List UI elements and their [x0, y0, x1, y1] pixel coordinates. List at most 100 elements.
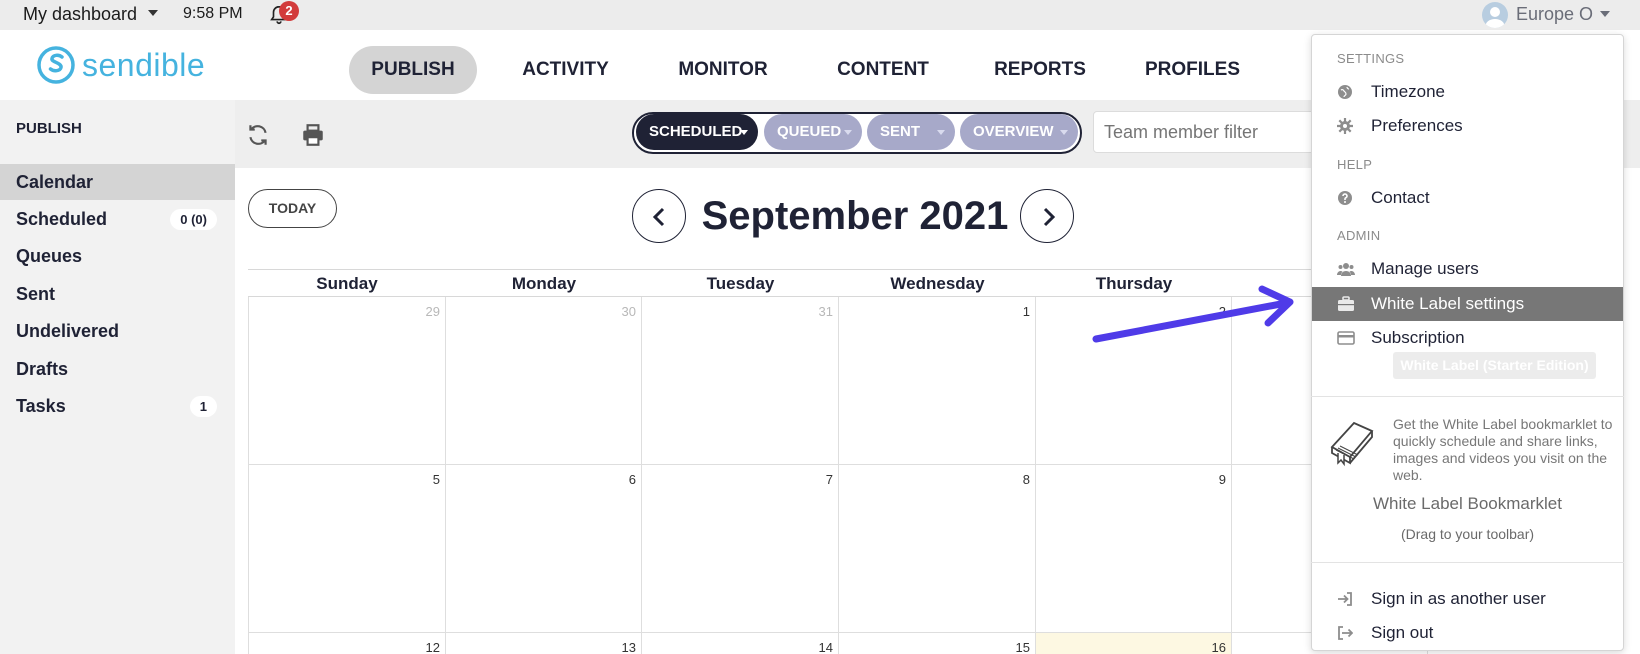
calendar-day-cell[interactable]: 9: [1036, 465, 1232, 633]
user-menu-caret-icon[interactable]: [1600, 11, 1610, 17]
menu-item-preferences[interactable]: Preferences: [1312, 109, 1623, 143]
calendar-day-cell[interactable]: 30: [446, 297, 642, 465]
annotation-arrow-icon: [1092, 285, 1294, 343]
sidebar-item-queues[interactable]: Queues: [0, 238, 235, 274]
day-number: 14: [818, 640, 833, 654]
day-number: 13: [621, 640, 636, 654]
sendible-logo-icon: [37, 46, 75, 84]
menu-section-settings: SETTINGS: [1337, 51, 1405, 66]
sidebar-item-drafts[interactable]: Drafts: [0, 351, 235, 387]
today-button[interactable]: TODAY: [248, 189, 337, 228]
filter-label: SCHEDULED: [649, 123, 743, 140]
day-number: 30: [621, 304, 636, 319]
menu-item-contact[interactable]: Contact: [1312, 181, 1623, 215]
dashboard-caret-icon[interactable]: [148, 10, 158, 16]
menu-item-sign-in-other[interactable]: Sign in as another user: [1312, 582, 1623, 616]
chevron-right-icon: [1043, 207, 1056, 227]
filter-overview[interactable]: OVERVIEW: [960, 114, 1078, 150]
nav-profiles[interactable]: PROFILES: [1140, 46, 1245, 94]
nav-content[interactable]: CONTENT: [828, 46, 938, 94]
weekday-header: Wednesday: [839, 269, 1036, 297]
calendar-day-cell[interactable]: 29: [248, 297, 446, 465]
menu-item-label: Sign out: [1371, 623, 1434, 642]
menu-item-label: Preferences: [1371, 116, 1463, 135]
bookmarklet-hint: (Drag to your toolbar): [1400, 526, 1535, 542]
day-number: 16: [1211, 640, 1226, 654]
next-month-button[interactable]: [1020, 189, 1074, 243]
calendar-day-cell[interactable]: 6: [446, 465, 642, 633]
chevron-down-icon: [1060, 130, 1068, 135]
menu-item-manage-users[interactable]: Manage users: [1312, 252, 1623, 286]
day-number: 6: [628, 472, 636, 487]
bookmark-book-icon: [1330, 421, 1374, 467]
sidebar-title: PUBLISH: [16, 120, 82, 137]
top-strip: [0, 0, 1640, 30]
sendible-logo[interactable]: sendible: [36, 44, 205, 86]
day-number: 9: [1218, 472, 1226, 487]
globe-icon: [1338, 85, 1352, 99]
nav-activity[interactable]: ACTIVITY: [508, 46, 623, 94]
chevron-down-icon: [937, 130, 945, 135]
print-icon[interactable]: [300, 122, 326, 148]
menu-item-white-label-settings[interactable]: White Label settings: [1312, 287, 1623, 321]
day-number: 12: [425, 640, 440, 654]
filter-label: SENT: [880, 123, 921, 140]
menu-section-admin: ADMIN: [1337, 228, 1381, 243]
nav-monitor[interactable]: MONITOR: [667, 46, 779, 94]
sidebar-item-scheduled[interactable]: Scheduled 0 (0): [0, 201, 235, 237]
gear-icon: [1337, 118, 1353, 134]
filter-label: QUEUED: [777, 123, 842, 140]
day-number: 7: [825, 472, 833, 487]
filter-scheduled[interactable]: SCHEDULED: [636, 114, 758, 150]
plan-badge: White Label (Starter Edition): [1393, 352, 1596, 379]
prev-month-button[interactable]: [632, 189, 686, 243]
chevron-left-icon: [652, 207, 665, 227]
calendar-day-cell[interactable]: 14: [642, 633, 839, 654]
user-avatar[interactable]: [1482, 2, 1508, 28]
filter-sent[interactable]: SENT: [867, 114, 955, 150]
calendar-day-cell[interactable]: 5: [248, 465, 446, 633]
calendar-day-cell[interactable]: 12: [248, 633, 446, 654]
sidebar-item-label: Queues: [16, 246, 83, 266]
count-badge: 1: [189, 396, 217, 417]
calendar-day-cell[interactable]: 1: [839, 297, 1036, 465]
menu-item-subscription[interactable]: Subscription: [1312, 321, 1623, 355]
dashboard-selector[interactable]: My dashboard: [23, 4, 137, 25]
sidebar-item-label: Undelivered: [16, 321, 120, 341]
sidebar-item-label: Calendar: [16, 172, 94, 192]
sidebar-item-undelivered[interactable]: Undelivered: [0, 313, 235, 349]
day-number: 8: [1022, 472, 1030, 487]
day-number: 15: [1015, 640, 1030, 654]
menu-item-label: Sign in as another user: [1371, 589, 1546, 608]
menu-item-sign-out[interactable]: Sign out: [1312, 616, 1623, 650]
question-circle-icon: [1338, 191, 1352, 205]
bookmarklet-description: Get the White Label bookmarklet to quick…: [1393, 416, 1613, 483]
refresh-icon[interactable]: [245, 122, 271, 148]
sidebar-item-label: Tasks: [16, 396, 66, 416]
menu-section-help: HELP: [1337, 157, 1373, 172]
user-name[interactable]: Europe O: [1516, 4, 1593, 25]
calendar-day-cell-today[interactable]: 16: [1036, 633, 1232, 654]
nav-reports[interactable]: REPORTS: [985, 46, 1095, 94]
filter-queued[interactable]: QUEUED: [764, 114, 862, 150]
day-number: 31: [818, 304, 833, 319]
menu-item-label: Subscription: [1371, 328, 1465, 347]
sidebar-item-tasks[interactable]: Tasks 1: [0, 388, 235, 424]
sidebar-item-calendar[interactable]: Calendar: [0, 164, 235, 200]
weekday-header: Tuesday: [642, 269, 839, 297]
sidebar-item-sent[interactable]: Sent: [0, 276, 235, 312]
menu-item-label: White Label settings: [1371, 294, 1525, 313]
sidebar-item-label: Scheduled: [16, 209, 108, 229]
calendar-day-cell[interactable]: 31: [642, 297, 839, 465]
day-number: 1: [1022, 304, 1030, 319]
logo-text: sendible: [82, 46, 206, 83]
notification-badge[interactable]: 2: [279, 1, 299, 21]
calendar-day-cell[interactable]: 15: [839, 633, 1036, 654]
sidebar: PUBLISH Calendar Scheduled 0 (0) Queues S…: [0, 100, 235, 654]
nav-publish[interactable]: PUBLISH: [349, 46, 477, 94]
calendar-day-cell[interactable]: 7: [642, 465, 839, 633]
bookmarklet-link[interactable]: White Label Bookmarklet: [1311, 494, 1624, 514]
menu-item-timezone[interactable]: Timezone: [1312, 75, 1623, 109]
calendar-day-cell[interactable]: 13: [446, 633, 642, 654]
calendar-day-cell[interactable]: 8: [839, 465, 1036, 633]
